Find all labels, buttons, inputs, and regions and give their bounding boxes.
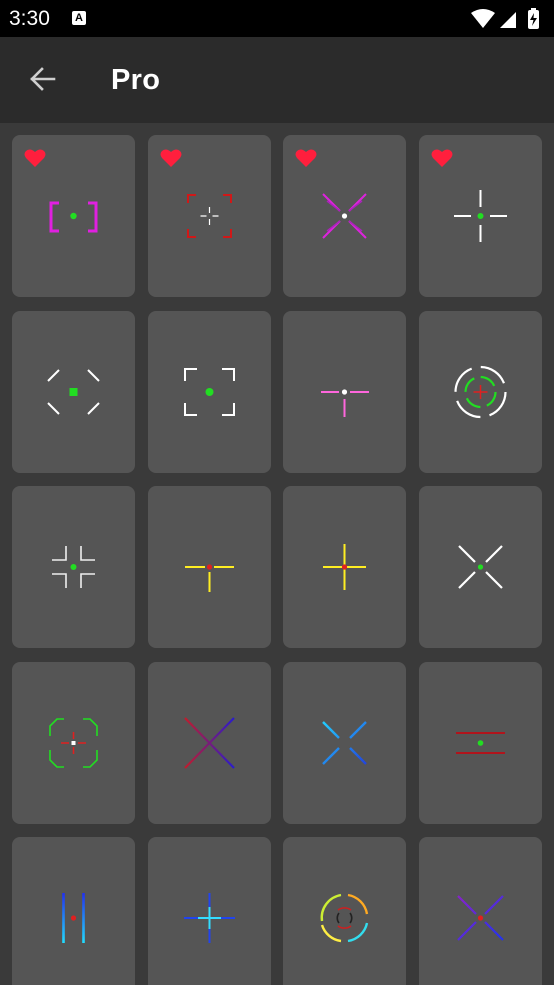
- crosshair-card[interactable]: [419, 486, 542, 648]
- crosshair-square-corners-green-dot-icon: [184, 368, 235, 416]
- crosshair-card[interactable]: [12, 135, 135, 297]
- crosshair-card[interactable]: [283, 135, 406, 297]
- app-bar: Pro: [0, 37, 554, 123]
- crosshair-octagon-green-red-icon: [49, 718, 98, 768]
- crosshair-card[interactable]: [12, 837, 135, 985]
- battery-charging-icon: [528, 8, 539, 29]
- crosshair-l-corners-white-icon: [52, 546, 95, 588]
- crosshair-x-cyan-blue-icon: [322, 721, 367, 765]
- crosshair-lines-red-horizontal-icon: [456, 732, 505, 754]
- crosshair-cross-yellow-red-icon: [323, 544, 366, 590]
- signal-icon: [500, 12, 516, 28]
- crosshair-t-yellow-icon: [185, 564, 234, 592]
- crosshair-x-purple-blue-red-dot-icon: [457, 895, 504, 941]
- arrow-left-icon: [30, 67, 56, 91]
- crosshair-card[interactable]: [12, 662, 135, 824]
- status-icons: [471, 8, 539, 29]
- crosshair-cross-blue-cyan-icon: [184, 893, 235, 943]
- crosshair-card[interactable]: [148, 311, 271, 473]
- crosshair-card[interactable]: [419, 311, 542, 473]
- crosshair-t-pink-icon: [321, 389, 369, 417]
- status-time: 3:30: [9, 7, 50, 30]
- crosshair-card[interactable]: [148, 486, 271, 648]
- status-bar: 3:30 A: [0, 0, 554, 37]
- crosshair-x-magenta-icon: [322, 193, 367, 239]
- crosshair-card[interactable]: [283, 662, 406, 824]
- crosshair-bars-blue-cyan-icon: [62, 893, 85, 943]
- crosshair-circle-rainbow-icon: [320, 893, 369, 943]
- crosshair-card[interactable]: [148, 662, 271, 824]
- crosshair-x-gradient-red-blue-icon: [184, 717, 235, 769]
- crosshair-brackets-magenta-icon: [49, 201, 98, 233]
- crosshair-grid: [0, 123, 554, 985]
- crosshair-card[interactable]: [12, 486, 135, 648]
- crosshair-x-white-green-dot-icon: [458, 545, 503, 589]
- crosshair-card[interactable]: [419, 837, 542, 985]
- crosshair-card[interactable]: [148, 135, 271, 297]
- crosshair-cross-white-green-dot-icon: [454, 190, 507, 242]
- crosshair-diagonal-corners-green-square-icon: [47, 369, 100, 415]
- crosshair-card[interactable]: [283, 486, 406, 648]
- crosshair-card[interactable]: [283, 311, 406, 473]
- page-title: Pro: [111, 64, 161, 96]
- back-button[interactable]: [20, 57, 66, 103]
- wifi-icon: [471, 9, 495, 28]
- crosshair-circle-dashed-green-red-icon: [454, 365, 507, 419]
- crosshair-card[interactable]: [419, 662, 542, 824]
- crosshair-card[interactable]: [12, 311, 135, 473]
- crosshair-card[interactable]: [419, 135, 542, 297]
- notification-icon: A: [72, 11, 86, 25]
- crosshair-card[interactable]: [283, 837, 406, 985]
- crosshair-card[interactable]: [148, 837, 271, 985]
- crosshair-corners-red-icon: [187, 194, 232, 238]
